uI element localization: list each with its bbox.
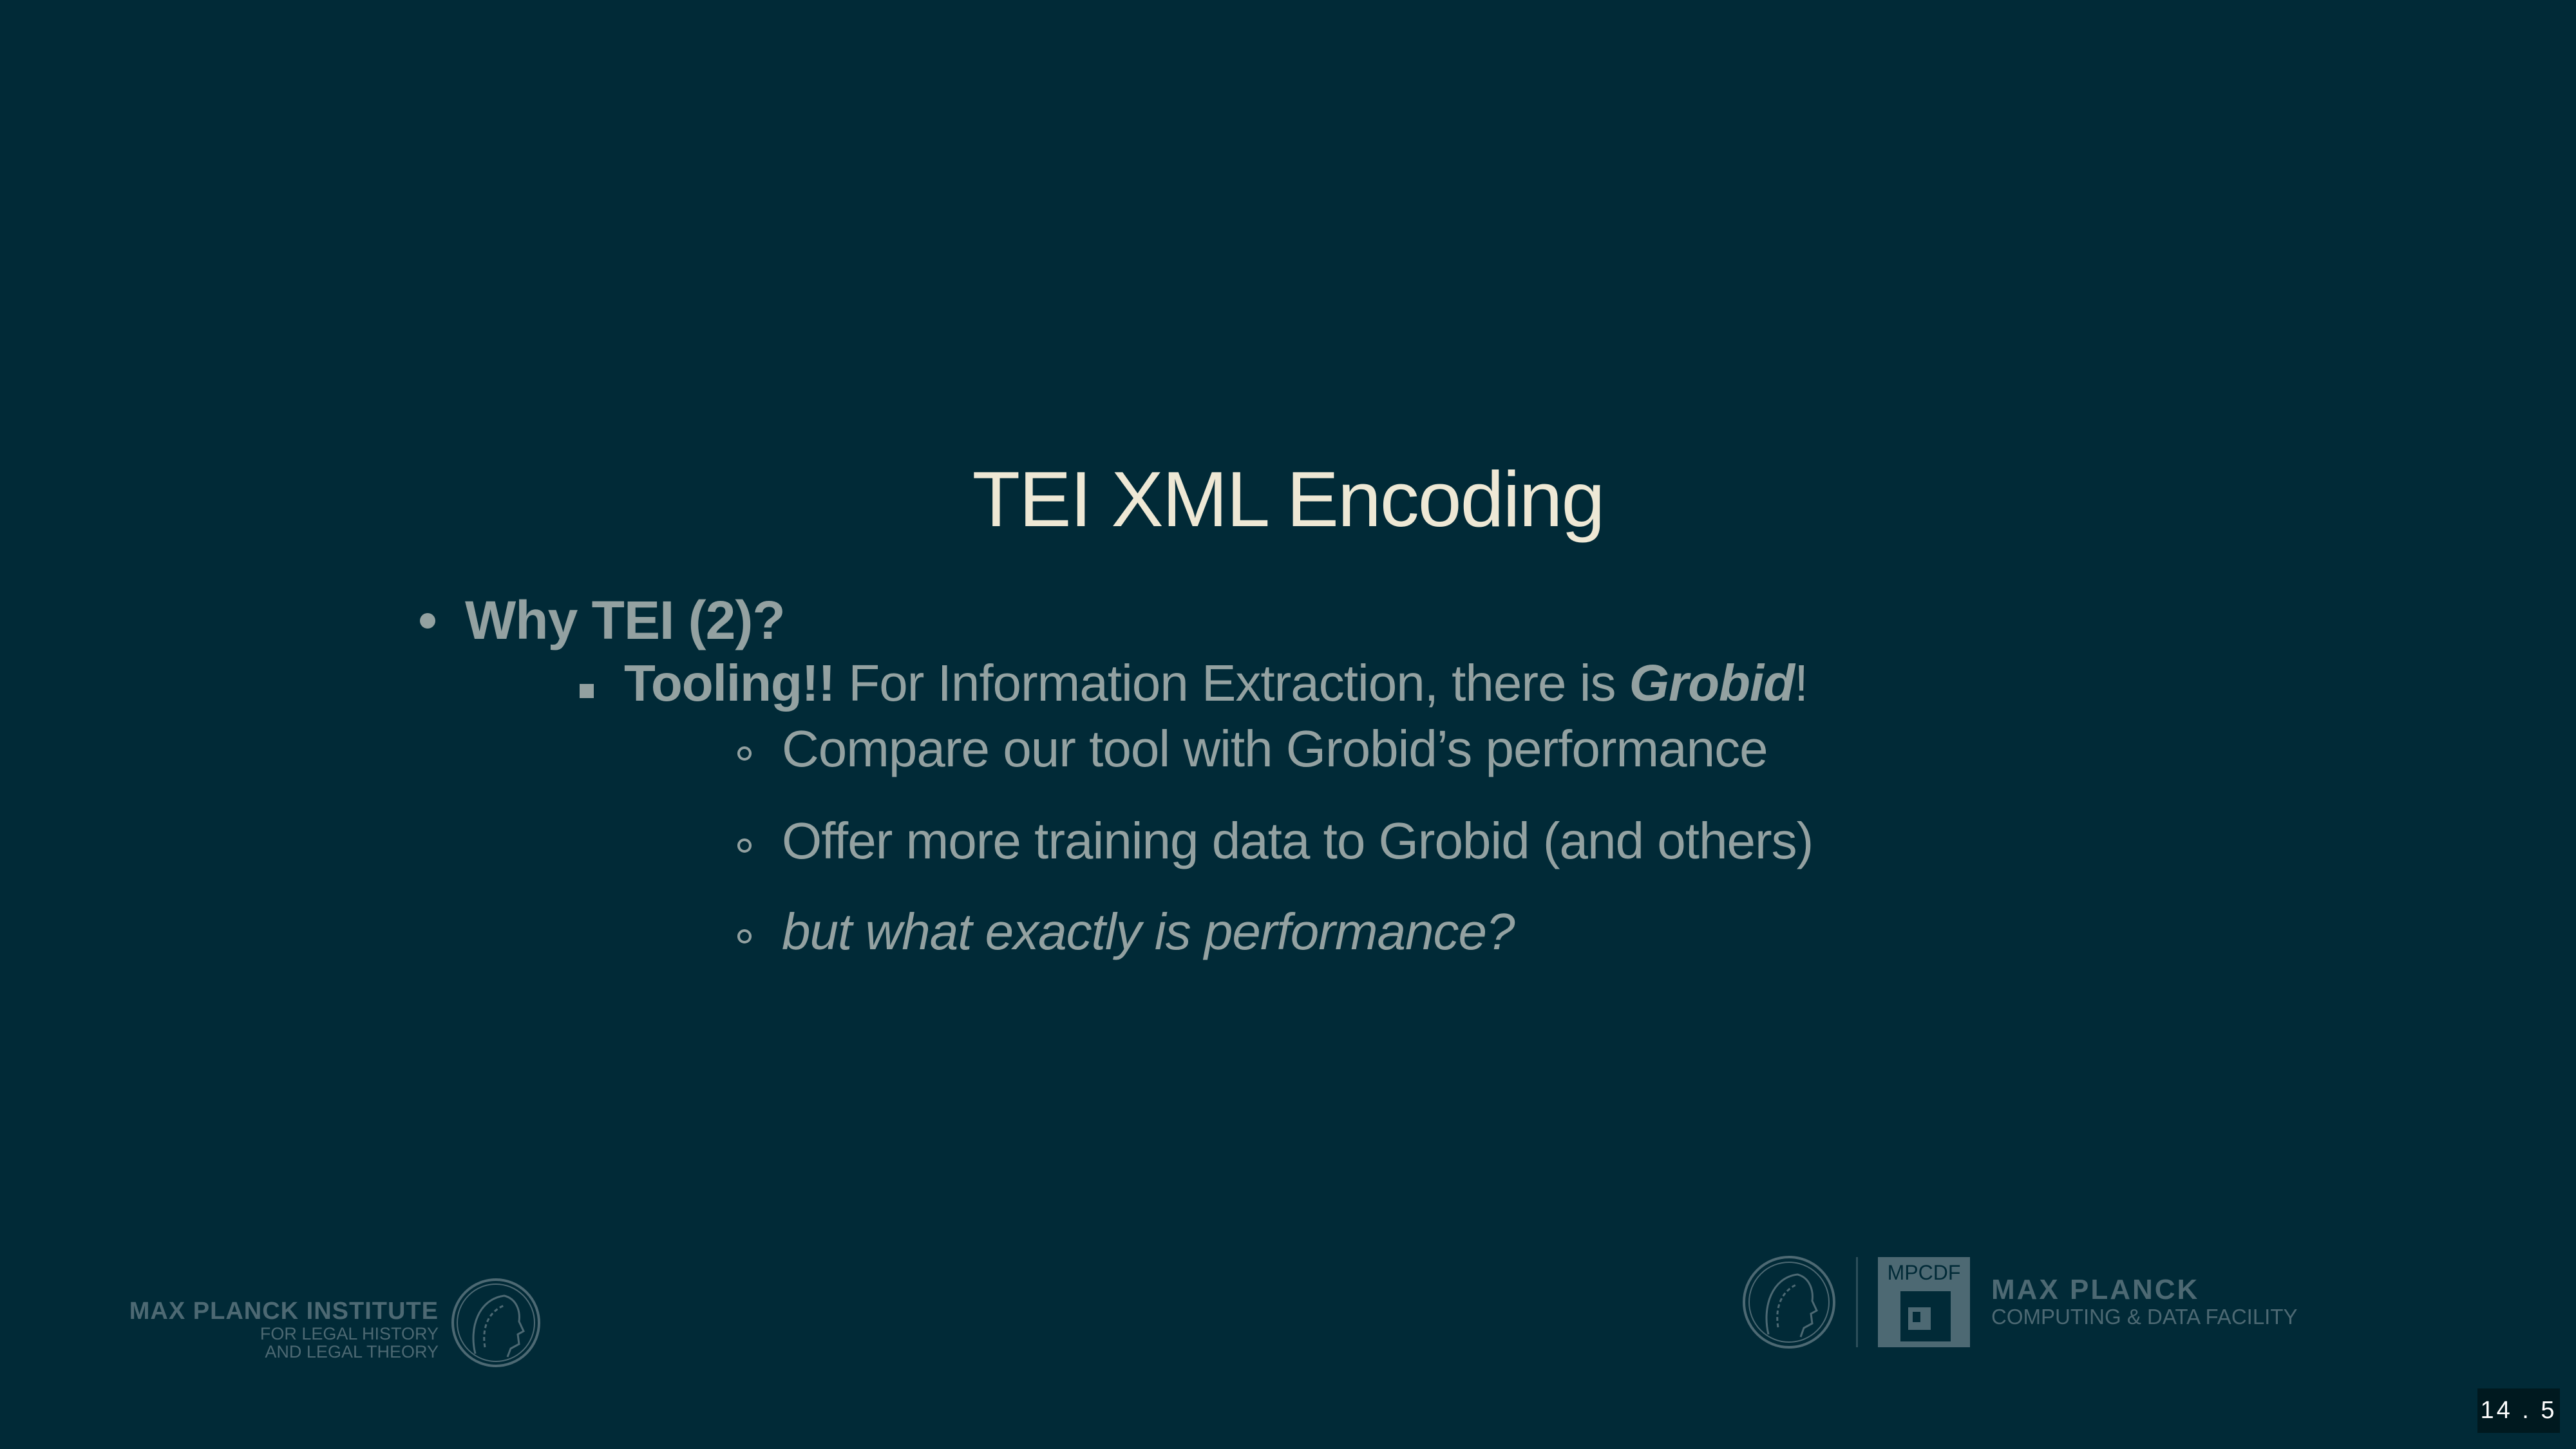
logo-divider xyxy=(1856,1257,1858,1347)
bullet-level3: but what exactly is performance? xyxy=(782,903,1515,960)
slide-title: TEI XML Encoding xyxy=(972,455,1605,543)
mpcdf-box: MPCDF xyxy=(1878,1257,1970,1347)
mpcdf-inner-block xyxy=(1908,1307,1931,1330)
mpcdf-inner-square xyxy=(1900,1291,1951,1341)
slide-number[interactable]: 14 . 5 xyxy=(2477,1388,2560,1433)
logo-line2: FOR LEGAL HISTORY xyxy=(260,1324,439,1343)
mpcdf-line2: COMPUTING & DATA FACILITY xyxy=(1991,1305,2298,1329)
bullet-circle-icon xyxy=(737,746,752,761)
minerva-seal-icon xyxy=(451,1278,540,1367)
emphasis-text: Grobid xyxy=(1629,654,1795,712)
mpcdf-line1: MAX PLANCK xyxy=(1991,1274,2200,1305)
mpcdf-inner-dot xyxy=(1913,1312,1920,1322)
logo-line3: AND LEGAL THEORY xyxy=(265,1342,439,1361)
bullet-circle-icon xyxy=(737,929,752,943)
bullet-square-icon xyxy=(580,684,594,698)
bullet-level1: Why TEI (2)? xyxy=(465,590,786,650)
bullet-level3: Offer more training data to Grobid (and … xyxy=(782,812,1814,869)
mpcdf-box-label: MPCDF xyxy=(1887,1261,1961,1284)
bullet-level3: Compare our tool with Grobid’s performan… xyxy=(782,720,1768,777)
plain-text: For Information Extraction, there is xyxy=(835,654,1629,712)
bullet-circle-icon xyxy=(737,838,752,853)
bullet-level2: Tooling!! For Information Extraction, th… xyxy=(624,654,1808,713)
bold-text: Tooling!! xyxy=(624,654,835,712)
end-text: ! xyxy=(1794,654,1808,712)
logo-line1: MAX PLANCK INSTITUTE xyxy=(129,1298,439,1325)
minerva-seal-icon xyxy=(1743,1256,1835,1349)
bullet-dot-icon xyxy=(420,613,435,629)
